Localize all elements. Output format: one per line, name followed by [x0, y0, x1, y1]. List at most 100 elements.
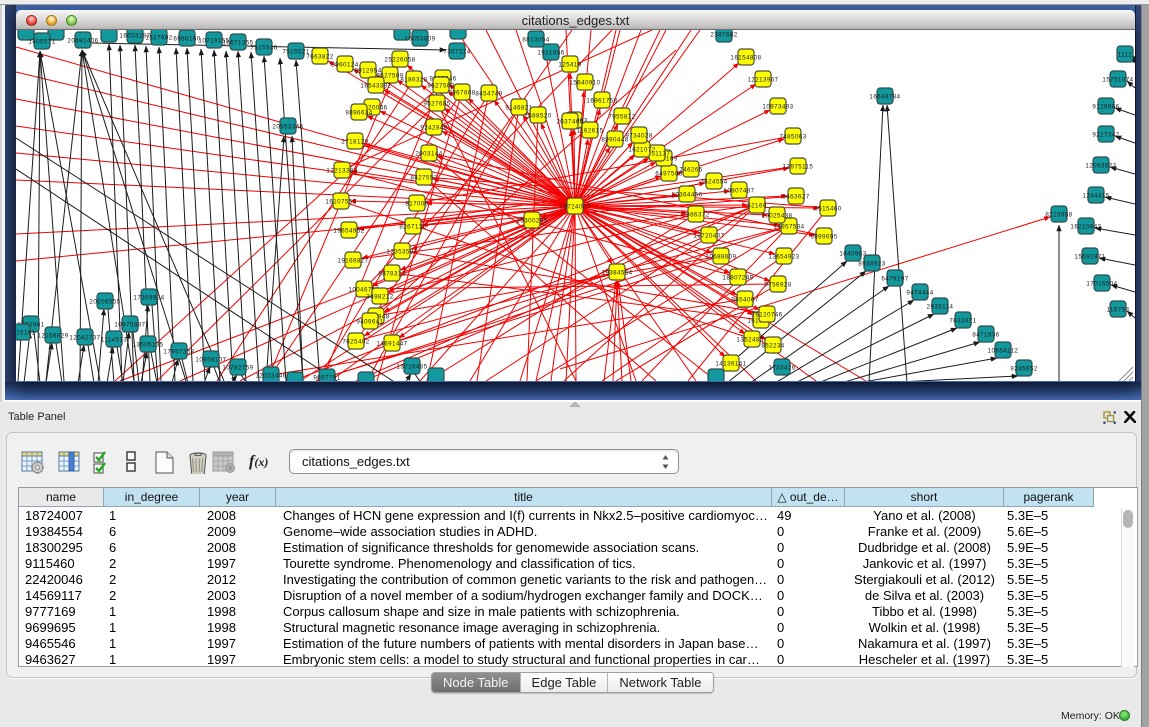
svg-text:9756928: 9756928: [764, 282, 791, 289]
svg-text:25300295: 25300295: [516, 218, 547, 225]
svg-text:1640953: 1640953: [839, 251, 866, 258]
svg-text:12093822: 12093822: [1085, 163, 1116, 170]
svg-text:7485063: 7485063: [779, 134, 806, 141]
svg-text:8454749: 8454749: [475, 91, 502, 98]
svg-text:18807249: 18807249: [722, 275, 753, 282]
svg-text:17016504: 17016504: [1086, 281, 1117, 288]
svg-text:19384554: 19384554: [601, 270, 632, 277]
svg-text:9129966: 9129966: [1092, 104, 1119, 111]
svg-text:1244415: 1244415: [1082, 193, 1109, 200]
svg-text:9245652: 9245652: [1010, 366, 1037, 373]
svg-text:12213383: 12213383: [326, 168, 357, 175]
svg-text:62160: 62160: [747, 203, 767, 210]
svg-text:9242848: 9242848: [420, 125, 447, 132]
svg-text:8938923: 8938923: [858, 261, 885, 268]
svg-text:1114513: 1114513: [101, 337, 127, 344]
svg-text:12353594: 12353594: [386, 249, 417, 256]
svg-text:7625402: 7625402: [342, 339, 369, 346]
svg-text:13505135: 13505135: [132, 342, 163, 349]
svg-text:8215958: 8215958: [1045, 212, 1072, 219]
svg-text:16053809: 16053809: [404, 36, 435, 43]
svg-text:19166827: 19166827: [337, 258, 368, 265]
svg-text:1621072: 1621072: [628, 147, 655, 154]
svg-text:9474444: 9474444: [906, 290, 933, 297]
svg-text:9899695: 9899695: [810, 234, 837, 241]
svg-text:9657791: 9657791: [313, 375, 340, 382]
svg-text:16671355: 16671355: [222, 40, 253, 47]
svg-text:16961758: 16961758: [586, 98, 617, 105]
svg-text:9515460: 9515460: [814, 206, 841, 213]
svg-text:1921856: 1921856: [537, 50, 564, 57]
svg-text:16210643: 16210643: [1070, 224, 1101, 231]
svg-text:10973493: 10973493: [762, 104, 793, 111]
svg-text:18724007: 18724007: [559, 204, 590, 211]
svg-text:6479197: 6479197: [881, 276, 908, 283]
svg-text:12156829: 12156829: [37, 333, 68, 340]
svg-text:14957584: 14957584: [773, 224, 804, 231]
svg-text:8267130: 8267130: [399, 224, 426, 231]
svg-text:116753: 116753: [1107, 307, 1130, 314]
svg-text:9463627: 9463627: [782, 194, 809, 201]
svg-text:1733426: 1733426: [768, 365, 795, 372]
svg-text:9409641: 9409641: [356, 319, 383, 326]
svg-text:12023446: 12023446: [255, 373, 286, 380]
svg-text:13654923: 13654923: [768, 254, 799, 261]
svg-text:20364456: 20364456: [671, 192, 702, 199]
svg-text:9227342: 9227342: [1092, 132, 1119, 139]
svg-text:7663822: 7663822: [306, 54, 333, 61]
svg-text:125419: 125419: [558, 62, 581, 69]
svg-text:8427552: 8427552: [410, 175, 437, 182]
svg-text:2718129: 2718129: [341, 139, 368, 146]
svg-text:7955812: 7955812: [608, 114, 635, 121]
svg-text:9734028: 9734028: [625, 133, 652, 140]
svg-text:3915161: 3915161: [16, 330, 36, 337]
svg-text:20953346: 20953346: [272, 124, 303, 131]
svg-text:7632621: 7632621: [949, 318, 976, 325]
svg-text:9527685: 9527685: [423, 101, 450, 108]
svg-text:3624554: 3624554: [700, 179, 727, 186]
svg-text:746266: 746266: [679, 167, 702, 174]
svg-text:10688609: 10688609: [705, 254, 736, 261]
svg-text:12975115: 12975115: [783, 164, 814, 171]
svg-text:10807487: 10807487: [723, 188, 754, 195]
svg-text:7386372: 7386372: [682, 212, 709, 219]
svg-text:12213967: 12213967: [747, 77, 778, 84]
svg-text:8186328: 8186328: [400, 77, 427, 84]
svg-text:10975887: 10975887: [114, 322, 145, 329]
svg-text:852234: 852234: [761, 343, 784, 350]
svg-text:10958107: 10958107: [195, 357, 226, 364]
svg-text:8878312: 8878312: [378, 271, 405, 278]
svg-text:16543382: 16543382: [360, 83, 391, 90]
svg-text:20691406: 20691406: [67, 38, 98, 45]
svg-text:16648784: 16648784: [869, 94, 900, 101]
svg-text:15640910: 15640910: [569, 80, 600, 87]
svg-text:12042737: 12042737: [69, 335, 100, 342]
svg-text:817008: 817008: [405, 201, 428, 208]
svg-text:9654067: 9654067: [731, 297, 758, 304]
svg-text:16107553: 16107553: [325, 199, 356, 206]
svg-text:2903144: 2903144: [415, 151, 442, 158]
svg-text:2588520: 2588520: [524, 113, 551, 120]
svg-text:9527502: 9527502: [427, 83, 454, 90]
svg-text:10782759: 10782759: [222, 365, 253, 372]
svg-text:1405571: 1405571: [28, 39, 55, 46]
svg-text:25226058: 25226058: [384, 57, 415, 64]
svg-text:10025438: 10025438: [761, 213, 792, 220]
svg-text:3498212: 3498212: [366, 294, 393, 301]
svg-text:14691447: 14691447: [376, 341, 407, 348]
svg-text:17359924: 17359924: [133, 295, 164, 302]
svg-text:13720407: 13720407: [693, 233, 724, 240]
svg-text:2037465: 2037465: [556, 119, 583, 126]
svg-text:15751074: 15751074: [1102, 77, 1133, 84]
svg-text:19654952: 19654952: [333, 228, 364, 235]
svg-text:1112: 1112: [1118, 52, 1133, 59]
svg-text:1527602: 1527602: [145, 35, 172, 42]
svg-text:7357224: 7357224: [443, 49, 470, 56]
svg-text:8813054: 8813054: [522, 37, 549, 44]
svg-text:2967608: 2967608: [448, 90, 475, 97]
svg-text:20206555: 20206555: [89, 299, 120, 306]
svg-text:7515546: 7515546: [250, 45, 277, 52]
svg-text:17957253: 17957253: [163, 349, 194, 356]
svg-text:8990448: 8990448: [601, 137, 628, 144]
svg-text:16154808: 16154808: [730, 55, 761, 62]
